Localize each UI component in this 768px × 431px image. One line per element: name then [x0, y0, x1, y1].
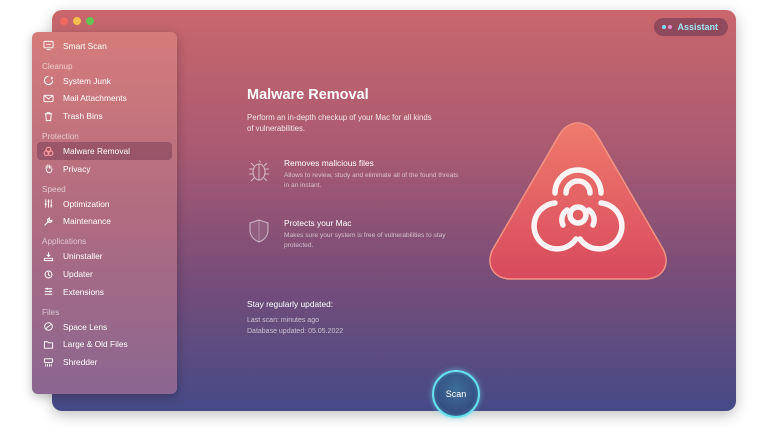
feature-description: Makes sure your system is free of vulner… — [284, 232, 446, 249]
envelope-icon — [43, 93, 54, 104]
extensions-icon — [43, 286, 54, 297]
shield-icon — [247, 218, 271, 244]
sidebar-item-space-lens[interactable]: Space Lens — [37, 318, 172, 336]
sidebar-item-label: Trash Bins — [63, 111, 103, 122]
feature-title: Removes malicious files — [284, 158, 374, 168]
sidebar-item-label: Smart Scan — [63, 40, 107, 51]
close-window-button[interactable] — [60, 17, 68, 25]
sidebar-item-label: Uninstaller — [63, 251, 103, 262]
sidebar-item-malware-removal[interactable]: Malware Removal — [37, 142, 172, 160]
sidebar-item-label: Large & Old Files — [63, 339, 128, 350]
sidebar-item-optimization[interactable]: Optimization — [37, 195, 172, 213]
zoom-window-button[interactable] — [86, 17, 94, 25]
biohazard-warning-icon — [485, 115, 671, 287]
scan-button[interactable]: Scan — [432, 370, 480, 418]
sidebar-item-extensions[interactable]: Extensions — [37, 283, 172, 301]
update-info: Stay regularly updated: Last scan: minut… — [247, 299, 343, 337]
feature-description: Allows to review, study and eliminate al… — [284, 172, 459, 189]
folder-icon — [43, 339, 54, 350]
main-content: Malware Removal Perform an in-depth chec… — [247, 87, 477, 335]
sidebar-item-label: Privacy — [63, 163, 91, 174]
sliders-icon — [43, 198, 54, 209]
sidebar-item-label: Maintenance — [63, 216, 111, 227]
sidebar-section-applications: Applications — [42, 237, 87, 247]
biohazard-icon — [43, 146, 54, 157]
sidebar-item-label: Malware Removal — [63, 146, 131, 157]
trash-icon — [43, 111, 54, 122]
sidebar-item-smart-scan[interactable]: Smart Scan — [37, 37, 172, 55]
hand-icon — [43, 163, 54, 174]
uninstaller-icon — [43, 251, 54, 262]
sidebar-item-privacy[interactable]: Privacy — [37, 160, 172, 178]
last-scan-text: Last scan: minutes ago — [247, 317, 319, 324]
sidebar-item-updater[interactable]: Updater — [37, 265, 172, 283]
window-controls — [60, 17, 94, 25]
sidebar-item-label: Mail Attachments — [63, 93, 127, 104]
recycle-icon — [43, 75, 54, 86]
assistant-icon — [662, 25, 673, 29]
sidebar-item-label: Updater — [63, 269, 93, 280]
sidebar-item-trash-bins[interactable]: Trash Bins — [37, 107, 172, 125]
wrench-icon — [43, 216, 54, 227]
shredder-icon — [43, 357, 54, 368]
sidebar-item-shredder[interactable]: Shredder — [37, 353, 172, 371]
sidebar-section-files: Files — [42, 307, 60, 317]
database-updated-text: Database updated: 05.05.2022 — [247, 328, 344, 335]
monitor-scan-icon — [43, 40, 54, 51]
assistant-label: Assistant — [677, 22, 718, 32]
page-description: Perform an in-depth checkup of your Mac … — [247, 113, 432, 133]
sidebar-item-label: Extensions — [63, 286, 104, 297]
assistant-button[interactable]: Assistant — [654, 18, 728, 36]
minimize-window-button[interactable] — [73, 17, 81, 25]
sidebar-item-large-old-files[interactable]: Large & Old Files — [37, 336, 172, 354]
sidebar-section-speed: Speed — [42, 184, 66, 194]
bug-icon — [247, 158, 271, 184]
sidebar-item-mail-attachments[interactable]: Mail Attachments — [37, 90, 172, 108]
page-title: Malware Removal — [247, 87, 369, 103]
sidebar-section-protection: Protection — [42, 132, 79, 142]
lens-icon — [43, 321, 54, 332]
sidebar-item-label: Space Lens — [63, 321, 108, 332]
sidebar-item-label: Optimization — [63, 198, 110, 209]
sidebar-item-maintenance[interactable]: Maintenance — [37, 213, 172, 231]
updater-icon — [43, 269, 54, 280]
sidebar-section-cleanup: Cleanup — [42, 61, 73, 71]
sidebar-item-system-junk[interactable]: System Junk — [37, 72, 172, 90]
sidebar: Smart Scan Cleanup System Junk Mail Atta… — [32, 32, 177, 394]
update-title: Stay regularly updated: — [247, 299, 334, 309]
sidebar-item-uninstaller[interactable]: Uninstaller — [37, 247, 172, 265]
feature-title: Protects your Mac — [284, 218, 352, 228]
sidebar-item-label: System Junk — [63, 75, 111, 86]
sidebar-item-label: Shredder — [63, 357, 98, 368]
